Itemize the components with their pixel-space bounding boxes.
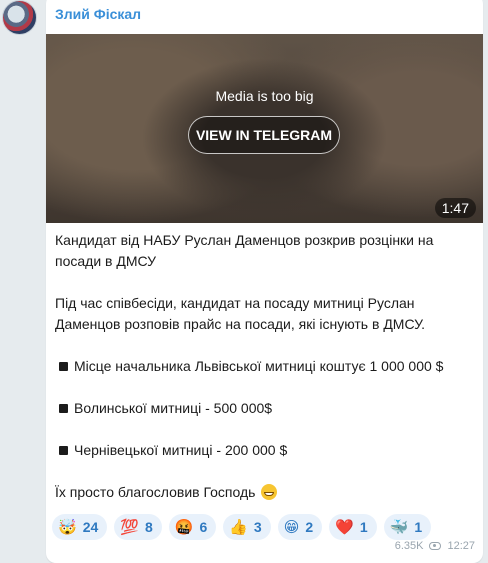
reaction-icon: 😁	[283, 518, 300, 536]
reaction-chip[interactable]: 🤯 24	[52, 514, 108, 540]
text-line: Даменцов розповів прайс на посади, які і…	[55, 316, 426, 332]
reaction-count: 1	[359, 519, 368, 535]
reaction-chip[interactable]: 🤬 6	[168, 514, 217, 540]
video-duration-badge: 1:47	[434, 198, 476, 218]
reaction-icon: 🐳	[389, 518, 409, 536]
view-in-telegram-button[interactable]: VIEW IN TELEGRAM	[188, 116, 340, 154]
text-line: Під час співбесіди, кандидат на посаду м…	[55, 295, 415, 311]
reaction-icon: 💯	[120, 518, 139, 536]
reaction-count: 6	[199, 519, 208, 535]
media-too-big-label: Media is too big	[215, 88, 314, 104]
reaction-chip[interactable]: 🐳 1	[383, 514, 432, 540]
view-count: 6.35K	[394, 540, 424, 552]
list-item: Волинської митниці - 500 000$	[55, 398, 475, 419]
reaction-icon: 👍	[229, 518, 248, 536]
reaction-count: 2	[305, 519, 314, 535]
message-meta: 6.35K 12:27	[395, 540, 475, 552]
reaction-icon: 🤯	[58, 518, 77, 536]
black-square-icon	[59, 362, 68, 372]
message-text: Кандидат від НАБУ Руслан Даменцов розкри…	[55, 230, 475, 503]
reaction-chip[interactable]: 💯 8	[114, 514, 162, 540]
message-bubble: Злий Фіскал Media is too big VIEW IN TEL…	[46, 0, 483, 563]
black-square-icon	[59, 446, 68, 456]
reaction-icon: ❤️	[335, 518, 354, 536]
reaction-count: 8	[144, 519, 153, 535]
reaction-count: 3	[253, 519, 262, 535]
reaction-count: 24	[82, 519, 99, 535]
reaction-count: 1	[414, 519, 423, 535]
message-time: 12:27	[447, 540, 475, 552]
channel-name[interactable]: Злий Фіскал	[55, 6, 141, 22]
channel-avatar[interactable]	[2, 0, 37, 35]
grinning-face-icon	[261, 484, 278, 500]
text-line: посади в ДМСУ	[55, 253, 157, 269]
reaction-chip[interactable]: 👍 3	[223, 514, 271, 540]
list-item: Чернівецької митниці - 200 000 $	[55, 440, 475, 461]
black-square-icon	[59, 404, 68, 414]
media-preview[interactable]: Media is too big VIEW IN TELEGRAM 1:47	[46, 34, 483, 223]
eye-icon	[429, 542, 442, 550]
text-line: Кандидат від НАБУ Руслан Даменцов розкри…	[55, 232, 434, 248]
text-line: Їх просто благословив Господь	[55, 482, 475, 503]
reaction-chip[interactable]: 😁 2	[277, 514, 323, 540]
reaction-chip[interactable]: ❤️ 1	[329, 514, 377, 540]
reactions-bar: 🤯 24 💯 8 🤬 6 👍 3 😁 2 ❤️ 1 🐳 1	[52, 514, 432, 540]
list-item: Місце начальника Львівської митниці кошт…	[55, 356, 475, 377]
reaction-icon: 🤬	[174, 518, 194, 536]
